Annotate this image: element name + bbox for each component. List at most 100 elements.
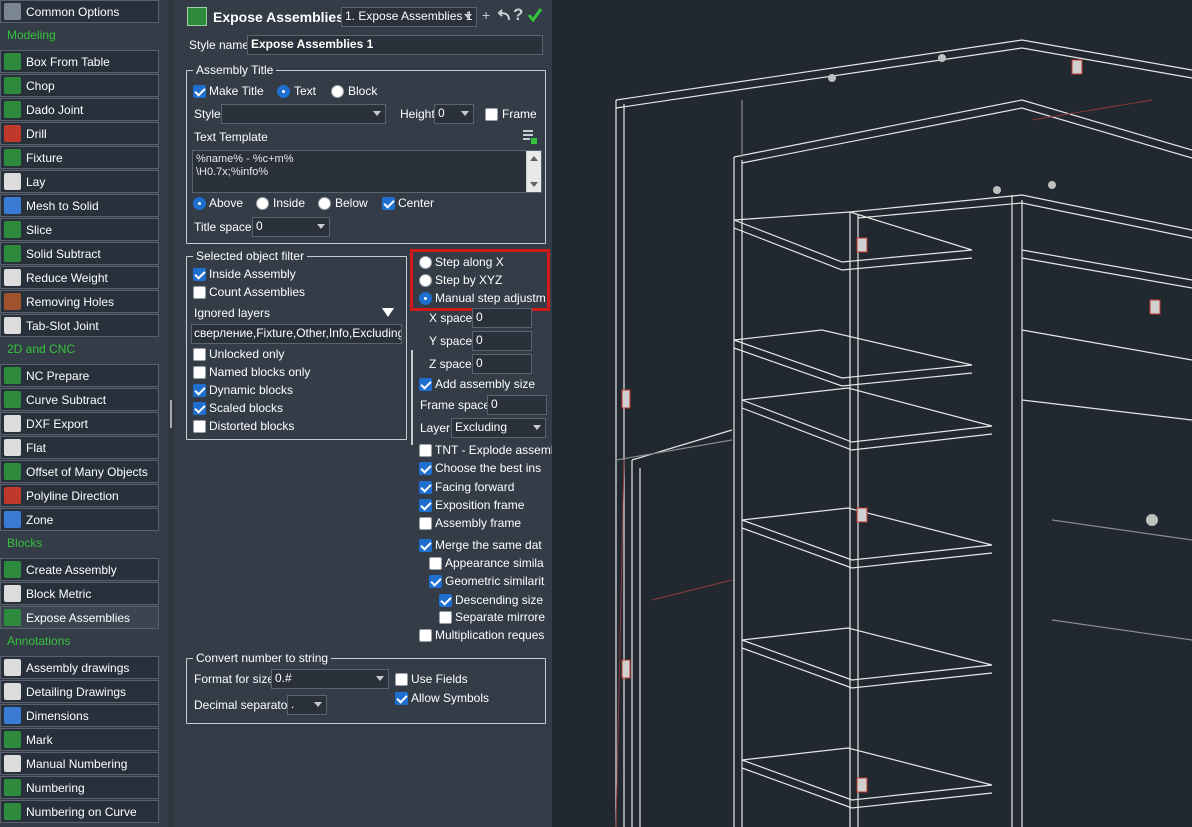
above-radio[interactable] — [193, 197, 206, 210]
make-title-checkbox[interactable] — [193, 85, 206, 98]
expose-assemblies-icon — [4, 609, 21, 626]
sidebar-item-polyline-direction[interactable]: Polyline Direction — [0, 484, 159, 507]
inside-radio[interactable] — [256, 197, 269, 210]
style-name-input[interactable]: Expose Assemblies 1 — [247, 35, 543, 55]
sidebar-item-numbering[interactable]: Numbering — [0, 776, 159, 799]
allow-symbols-checkbox[interactable] — [395, 692, 408, 705]
dynamic-blocks-checkbox[interactable] — [193, 384, 206, 397]
sidebar-item-expose-assemblies[interactable]: Expose Assemblies — [0, 606, 159, 629]
count-assemblies-checkbox[interactable] — [193, 286, 206, 299]
sidebar-item-lay[interactable]: Lay — [0, 170, 159, 193]
chop-icon — [4, 77, 21, 94]
dxf-export-icon — [4, 415, 21, 432]
exposition-frame-checkbox[interactable] — [419, 499, 432, 512]
help-button[interactable]: ? — [513, 5, 523, 25]
sidebar-item-create-assembly[interactable]: Create Assembly — [0, 558, 159, 581]
sidebar-item-flat[interactable]: Flat — [0, 436, 159, 459]
center-checkbox[interactable] — [382, 197, 395, 210]
z-space-input[interactable]: 0 — [472, 354, 532, 374]
inside-assembly-checkbox[interactable] — [193, 268, 206, 281]
title-style-select[interactable] — [221, 104, 386, 124]
sidebar-item-numbering-on-curve[interactable]: Numbering on Curve — [0, 800, 159, 823]
scroll-down-icon[interactable] — [530, 182, 538, 187]
splitter-grip[interactable] — [170, 400, 172, 428]
sidebar-item-mesh-to-solid[interactable]: Mesh to Solid — [0, 194, 159, 217]
sidebar-item-offset[interactable]: Offset of Many Objects — [0, 460, 159, 483]
sidebar-item-manual-numbering[interactable]: Manual Numbering — [0, 752, 159, 775]
y-space-input[interactable]: 0 — [472, 331, 532, 351]
zone-icon — [4, 511, 21, 528]
ignored-layers-dropdown-icon[interactable] — [382, 308, 394, 318]
tnt-explode-checkbox[interactable] — [419, 444, 432, 457]
height-select[interactable]: 0 — [434, 104, 474, 124]
sidebar-item-dxf-export[interactable]: DXF Export — [0, 412, 159, 435]
sidebar-item-slice[interactable]: Slice — [0, 218, 159, 241]
chevron-down-icon — [373, 111, 381, 116]
facing-forward-checkbox[interactable] — [419, 481, 432, 494]
frame-space-input[interactable]: 0 — [487, 395, 547, 415]
sidebar-item-assembly-drawings[interactable]: Assembly drawings — [0, 656, 159, 679]
detailing-drawings-icon — [4, 683, 21, 700]
sidebar-item-fixture[interactable]: Fixture — [0, 146, 159, 169]
descending-size-checkbox[interactable] — [439, 594, 452, 607]
appearance-similar-label: Appearance simila — [445, 556, 544, 570]
below-radio[interactable] — [318, 197, 331, 210]
manual-step-radio[interactable] — [419, 292, 432, 305]
cad-viewport[interactable] — [552, 0, 1192, 827]
title-space-select[interactable]: 0 — [252, 217, 330, 237]
add-assembly-size-checkbox[interactable] — [419, 378, 432, 391]
geometric-similar-checkbox[interactable] — [429, 575, 442, 588]
template-fields-icon[interactable] — [522, 129, 538, 145]
ignored-layers-input[interactable]: сверление,Fixture,Other,Info,Excluding,M… — [191, 324, 402, 344]
scroll-up-icon[interactable] — [530, 156, 538, 161]
step-along-x-radio[interactable] — [419, 256, 432, 269]
lay-icon — [4, 173, 21, 190]
sidebar-item-detailing-drawings[interactable]: Detailing Drawings — [0, 680, 159, 703]
sidebar-item-dimensions[interactable]: Dimensions — [0, 704, 159, 727]
multiplication-request-checkbox[interactable] — [419, 629, 432, 642]
template-scrollbar[interactable] — [526, 151, 541, 192]
add-style-button[interactable]: + — [482, 7, 490, 23]
style-select[interactable]: 1. Expose Assemblies 1 — [341, 7, 477, 27]
choose-best-checkbox[interactable] — [419, 462, 432, 475]
named-blocks-only-checkbox[interactable] — [193, 366, 206, 379]
block-radio[interactable] — [331, 85, 344, 98]
sidebar-item-tab-slot-joint[interactable]: Tab-Slot Joint — [0, 314, 159, 337]
text-template-textarea[interactable]: %name% - %c+m% \H0.7x;%info% — [192, 150, 542, 193]
sidebar-item-mark[interactable]: Mark — [0, 728, 159, 751]
sidebar-item-chop[interactable]: Chop — [0, 74, 159, 97]
frame-checkbox[interactable] — [485, 108, 498, 121]
text-radio[interactable] — [277, 85, 290, 98]
sidebar-item-zone[interactable]: Zone — [0, 508, 159, 531]
unlocked-only-checkbox[interactable] — [193, 348, 206, 361]
sidebar-item-dado-joint[interactable]: Dado Joint — [0, 98, 159, 121]
sidebar-item-label: Dado Joint — [26, 102, 84, 117]
sidebar-item-block-metric[interactable]: Block Metric — [0, 582, 159, 605]
step-by-xyz-radio[interactable] — [419, 274, 432, 287]
merge-same-checkbox[interactable] — [419, 539, 432, 552]
sidebar-item-common-options[interactable]: Common Options — [0, 0, 159, 23]
undo-icon[interactable] — [497, 9, 511, 21]
sidebar-item-box-from-table[interactable]: Box From Table — [0, 50, 159, 73]
decimal-separator-select[interactable]: . — [287, 695, 327, 715]
sidebar-item-solid-subtract[interactable]: Solid Subtract — [0, 242, 159, 265]
scaled-blocks-checkbox[interactable] — [193, 402, 206, 415]
layer-select[interactable]: Excluding — [451, 418, 546, 438]
format-for-size-select[interactable]: 0.# — [271, 669, 389, 689]
sidebar-item-label: Numbering on Curve — [26, 804, 137, 819]
panel-splitter[interactable] — [168, 0, 175, 827]
sidebar-item-nc-prepare[interactable]: NC Prepare — [0, 364, 159, 387]
sidebar-item-curve-subtract[interactable]: Curve Subtract — [0, 388, 159, 411]
sidebar-item-label: Numbering — [26, 780, 85, 795]
assembly-frame-checkbox[interactable] — [419, 517, 432, 530]
distorted-blocks-checkbox[interactable] — [193, 420, 206, 433]
sidebar-item-drill[interactable]: Drill — [0, 122, 159, 145]
chevron-down-icon — [464, 14, 472, 19]
sidebar-item-removing-holes[interactable]: Removing Holes — [0, 290, 159, 313]
use-fields-checkbox[interactable] — [395, 673, 408, 686]
separate-mirrored-checkbox[interactable] — [439, 611, 452, 624]
x-space-input[interactable]: 0 — [472, 308, 532, 328]
apply-check-icon[interactable] — [527, 7, 543, 23]
appearance-similar-checkbox[interactable] — [429, 557, 442, 570]
sidebar-item-reduce-weight[interactable]: Reduce Weight — [0, 266, 159, 289]
